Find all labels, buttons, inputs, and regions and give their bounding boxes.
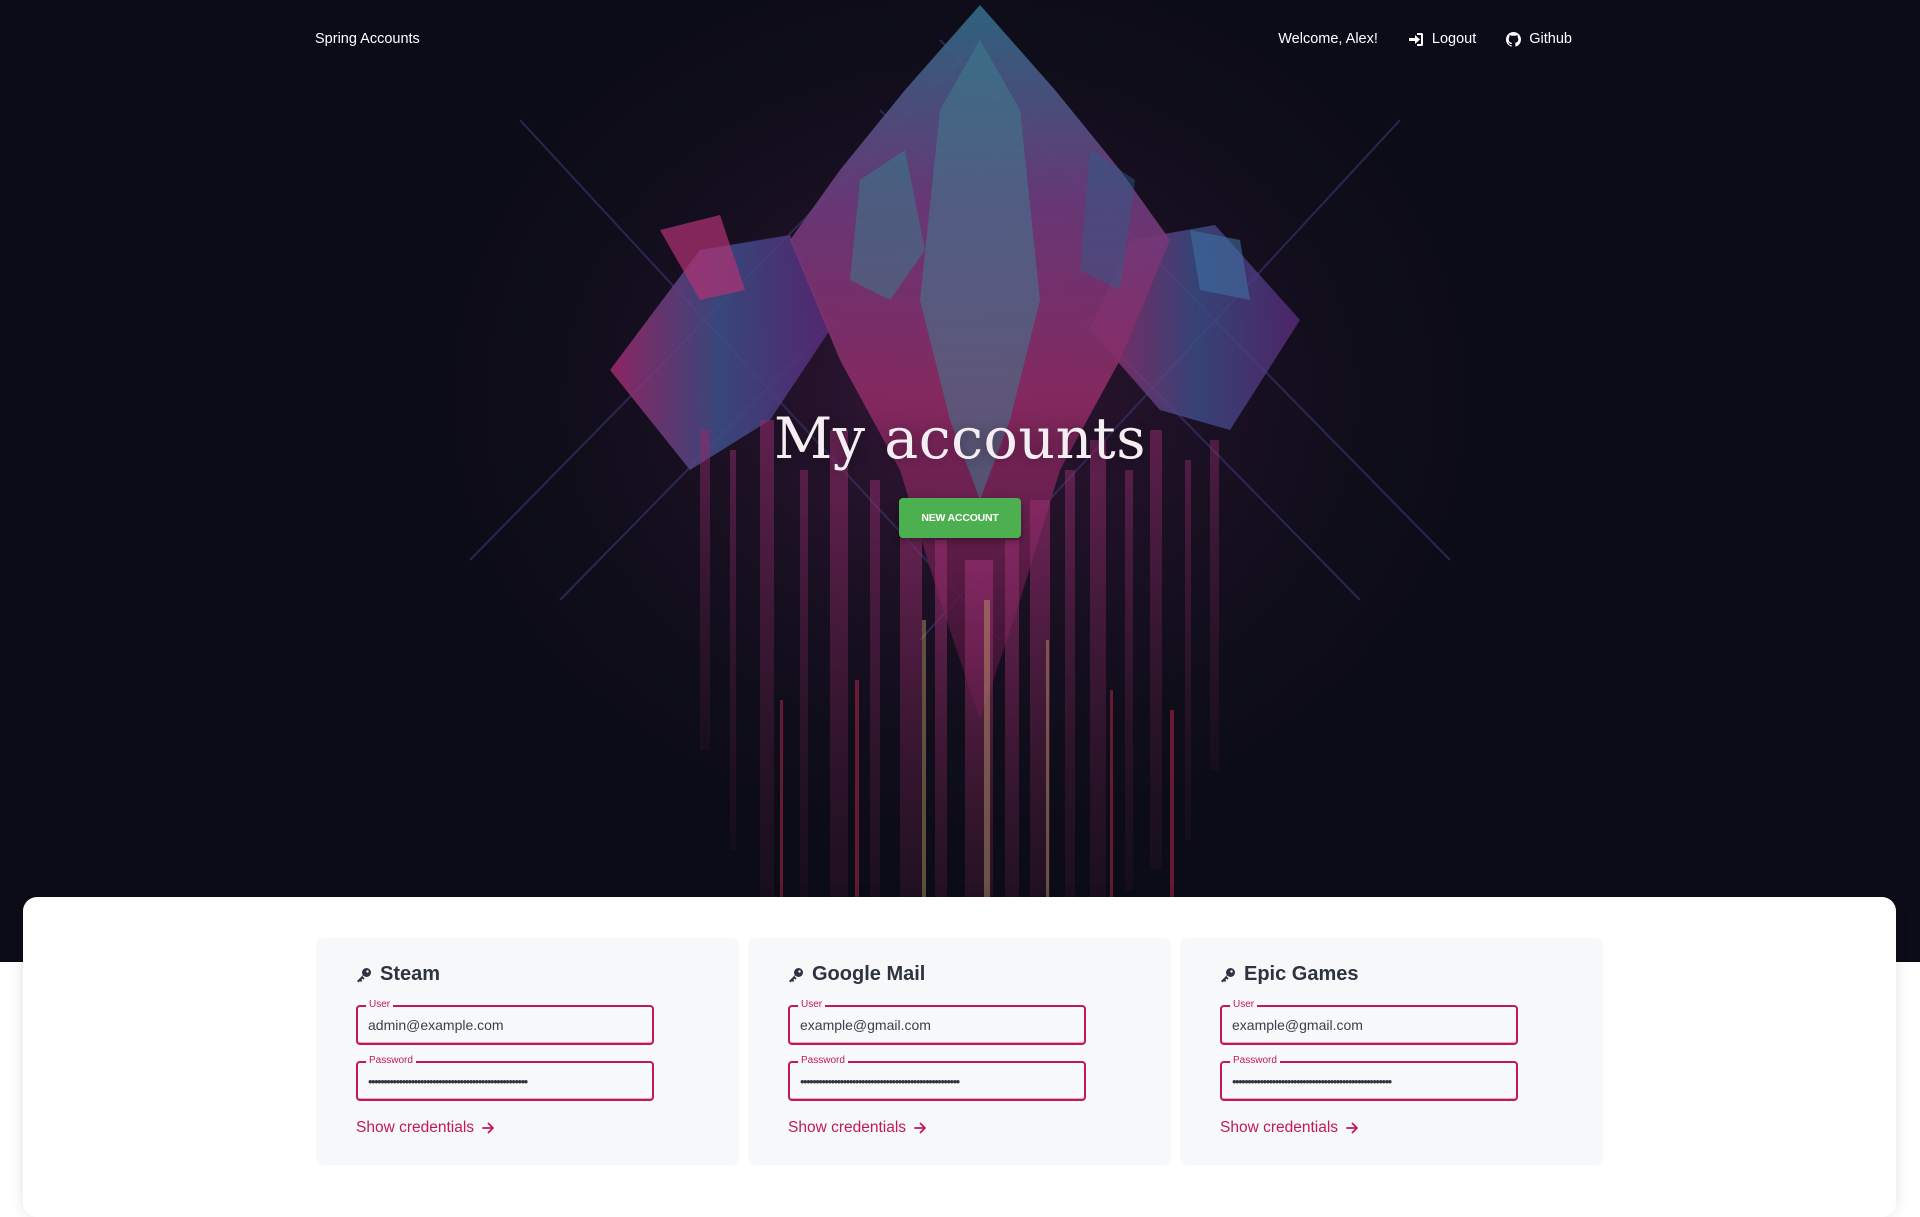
user-input[interactable] bbox=[368, 1015, 644, 1035]
page-title: My accounts bbox=[774, 406, 1146, 472]
key-icon bbox=[1220, 967, 1236, 983]
user-field[interactable]: User bbox=[356, 999, 654, 1045]
arrow-right-icon bbox=[914, 1122, 927, 1134]
show-credentials-label: Show credentials bbox=[788, 1119, 907, 1136]
account-card: Epic Games User Password Show credential… bbox=[1180, 938, 1603, 1165]
password-field-label: Password bbox=[1230, 1055, 1280, 1067]
account-card-title: Google Mail bbox=[788, 963, 925, 986]
key-icon bbox=[356, 967, 372, 983]
brand-link[interactable]: Spring Accounts bbox=[315, 31, 420, 47]
user-input[interactable] bbox=[1232, 1015, 1508, 1035]
password-field-label: Password bbox=[366, 1055, 416, 1067]
password-input[interactable] bbox=[368, 1071, 644, 1091]
password-input[interactable] bbox=[1232, 1071, 1508, 1091]
account-card-title: Epic Games bbox=[1220, 963, 1359, 986]
password-field[interactable]: Password bbox=[788, 1055, 1086, 1101]
hero-background-art bbox=[0, 0, 1920, 962]
key-icon bbox=[788, 967, 804, 983]
logout-label: Logout bbox=[1431, 31, 1477, 47]
show-credentials-link[interactable]: Show credentials bbox=[356, 1119, 495, 1137]
welcome-text: Welcome, Alex! bbox=[1278, 31, 1378, 47]
show-credentials-label: Show credentials bbox=[1220, 1119, 1339, 1136]
user-field-label: User bbox=[1230, 999, 1258, 1011]
github-icon bbox=[1506, 31, 1522, 47]
show-credentials-link[interactable]: Show credentials bbox=[788, 1119, 927, 1137]
account-card: Google Mail User Password Show credentia… bbox=[748, 938, 1171, 1165]
account-card: Steam User Password Show credentials bbox=[316, 938, 739, 1165]
hero-section: Spring Accounts Welcome, Alex! Logout Gi… bbox=[0, 0, 1920, 962]
github-label: Github bbox=[1529, 31, 1572, 47]
user-field-label: User bbox=[798, 999, 826, 1011]
sign-in-icon bbox=[1408, 32, 1424, 47]
arrow-right-icon bbox=[482, 1122, 495, 1134]
show-credentials-label: Show credentials bbox=[356, 1119, 475, 1136]
logout-link[interactable]: Logout bbox=[1408, 31, 1476, 47]
user-input[interactable] bbox=[800, 1015, 1076, 1035]
user-field[interactable]: User bbox=[1220, 999, 1518, 1045]
account-card-title: Steam bbox=[356, 963, 440, 986]
password-input[interactable] bbox=[800, 1071, 1076, 1091]
account-cards: Steam User Password Show credentials bbox=[316, 938, 1603, 1165]
account-name: Steam bbox=[380, 963, 441, 985]
user-field[interactable]: User bbox=[788, 999, 1086, 1045]
nav-right: Welcome, Alex! Logout Github bbox=[1278, 31, 1572, 47]
password-field-label: Password bbox=[798, 1055, 848, 1067]
account-name: Epic Games bbox=[1244, 963, 1359, 985]
new-account-button[interactable]: NEW ACCOUNT bbox=[899, 498, 1021, 538]
navbar: Spring Accounts Welcome, Alex! Logout Gi… bbox=[0, 0, 1920, 84]
user-field-label: User bbox=[366, 999, 394, 1011]
account-name: Google Mail bbox=[812, 963, 926, 985]
github-link[interactable]: Github bbox=[1506, 31, 1572, 47]
password-field[interactable]: Password bbox=[1220, 1055, 1518, 1101]
show-credentials-link[interactable]: Show credentials bbox=[1220, 1119, 1359, 1137]
arrow-right-icon bbox=[1346, 1122, 1359, 1134]
password-field[interactable]: Password bbox=[356, 1055, 654, 1101]
